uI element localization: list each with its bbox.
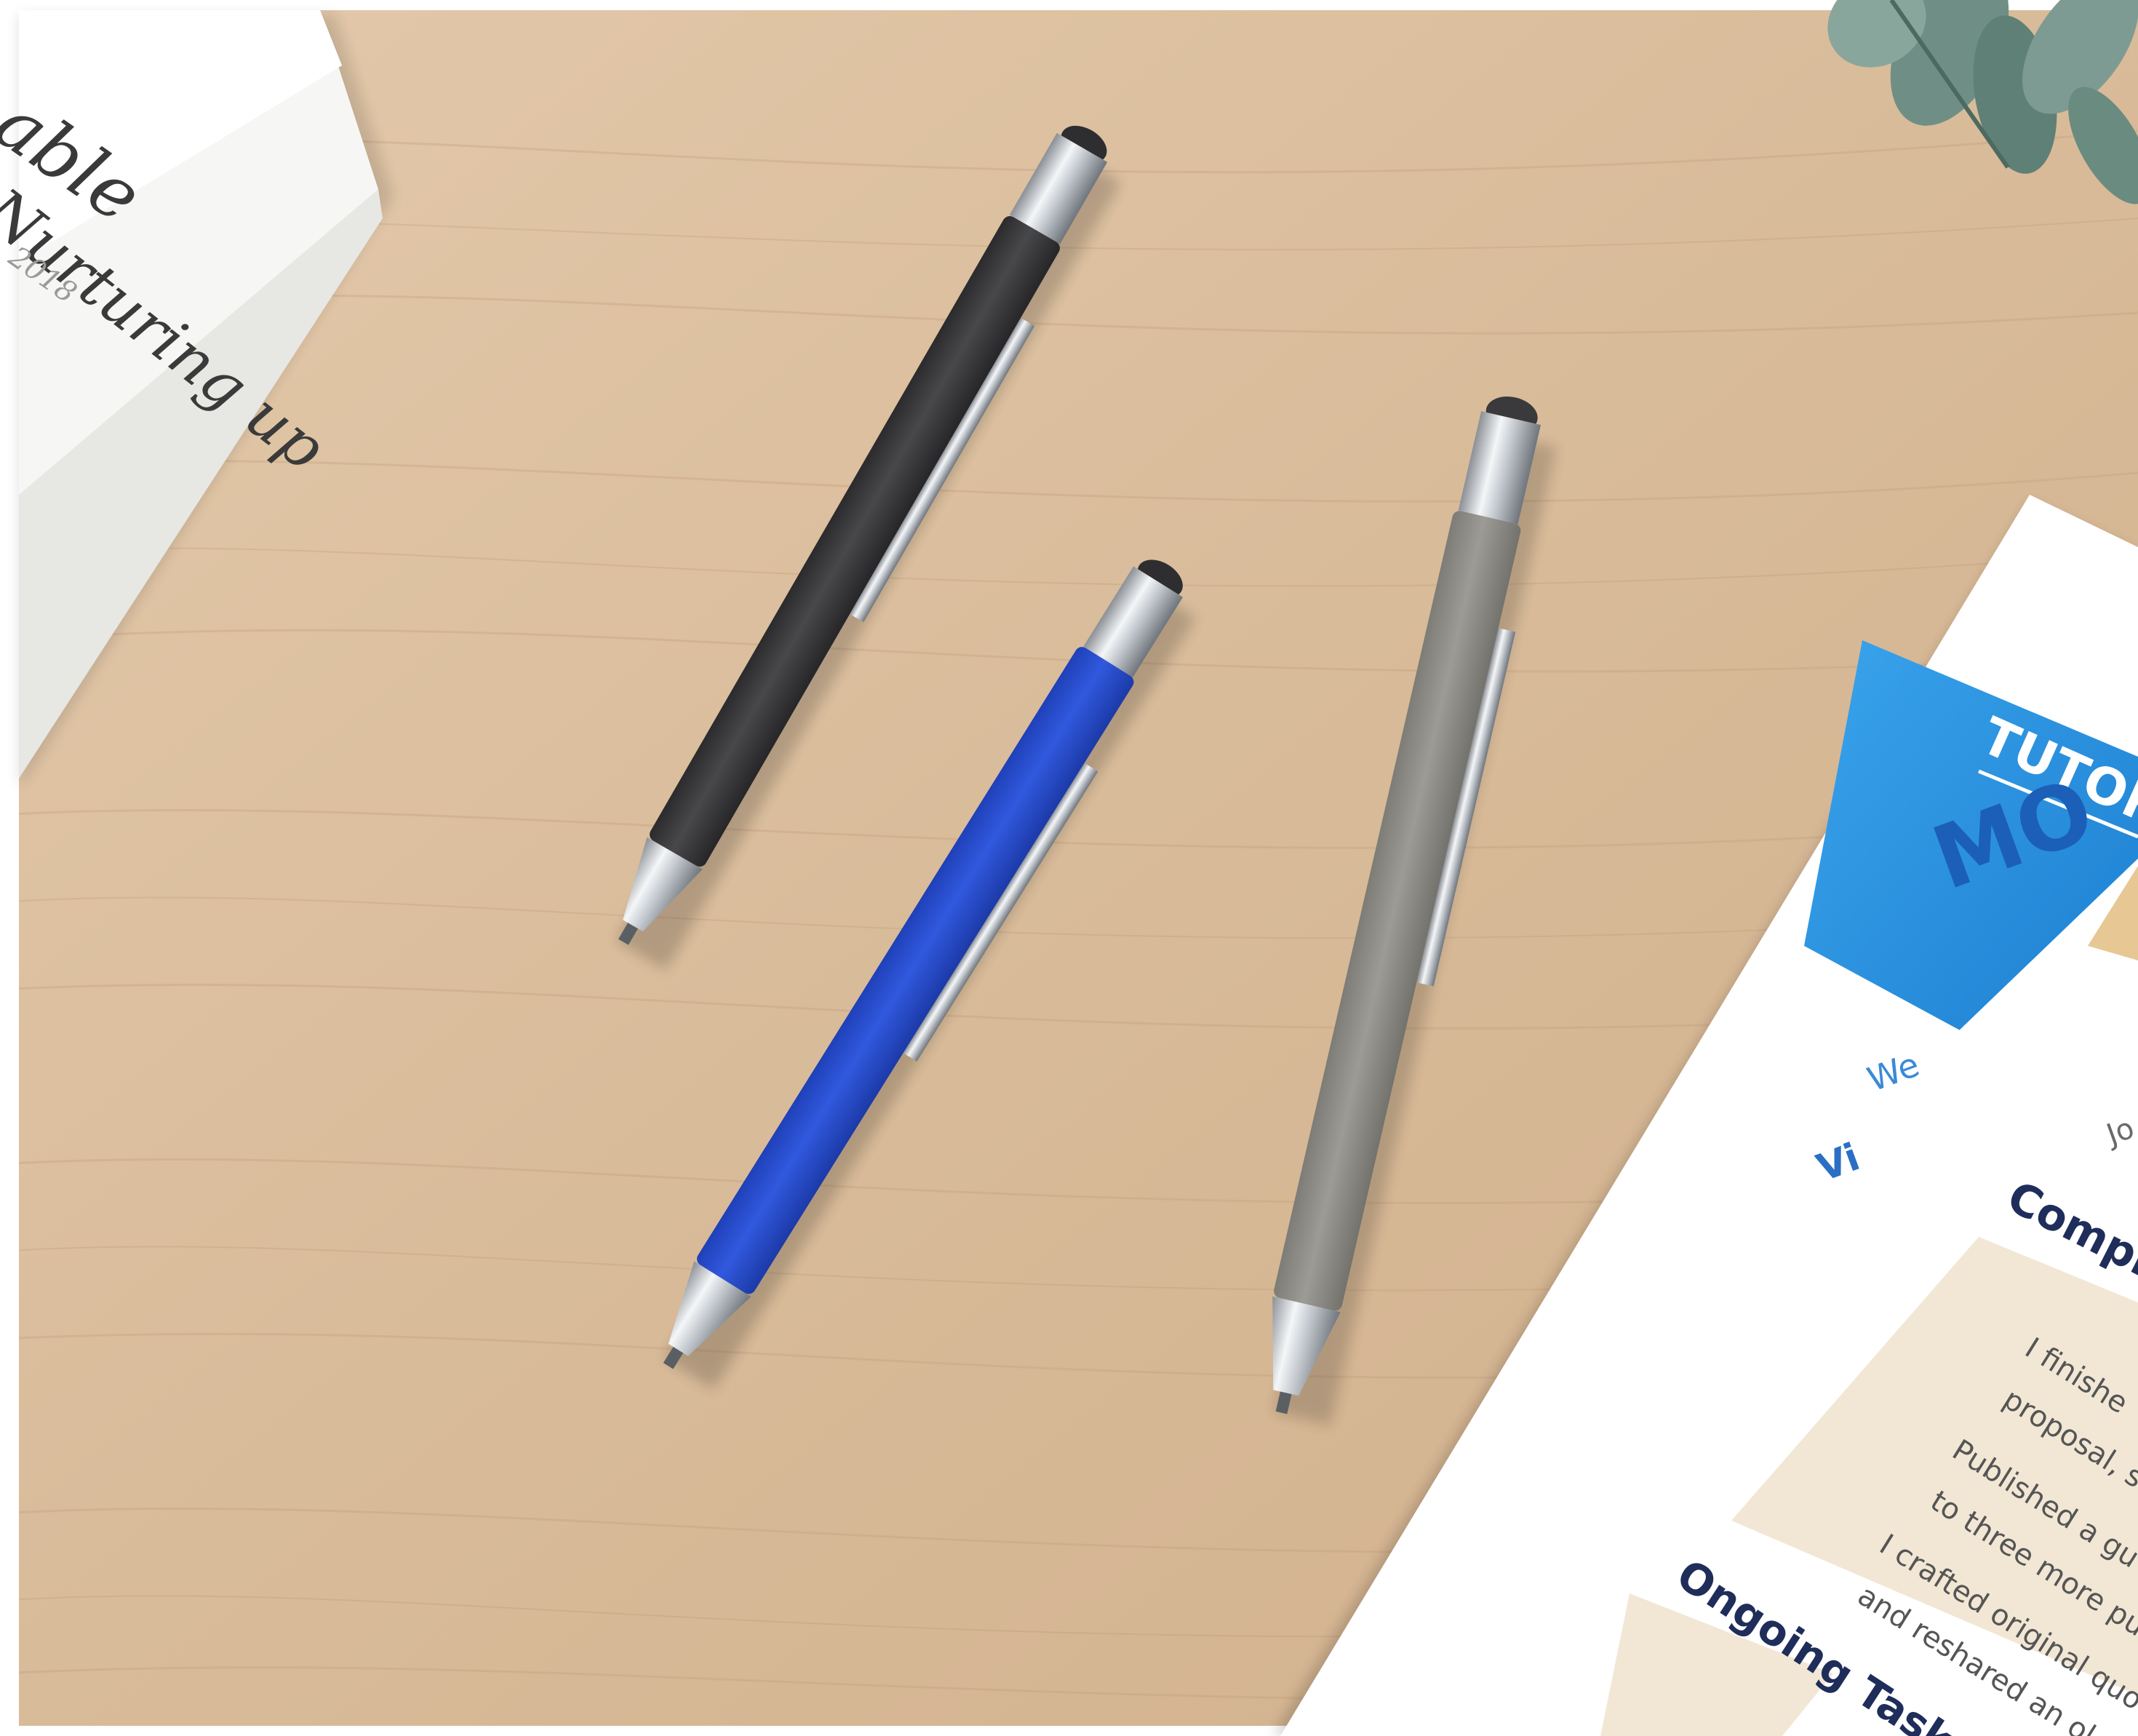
desk-photo: able Nurturing up 2018 TUTORI MO We Vi J… (0, 0, 2138, 1736)
desk-scene-svg (0, 0, 2138, 1736)
